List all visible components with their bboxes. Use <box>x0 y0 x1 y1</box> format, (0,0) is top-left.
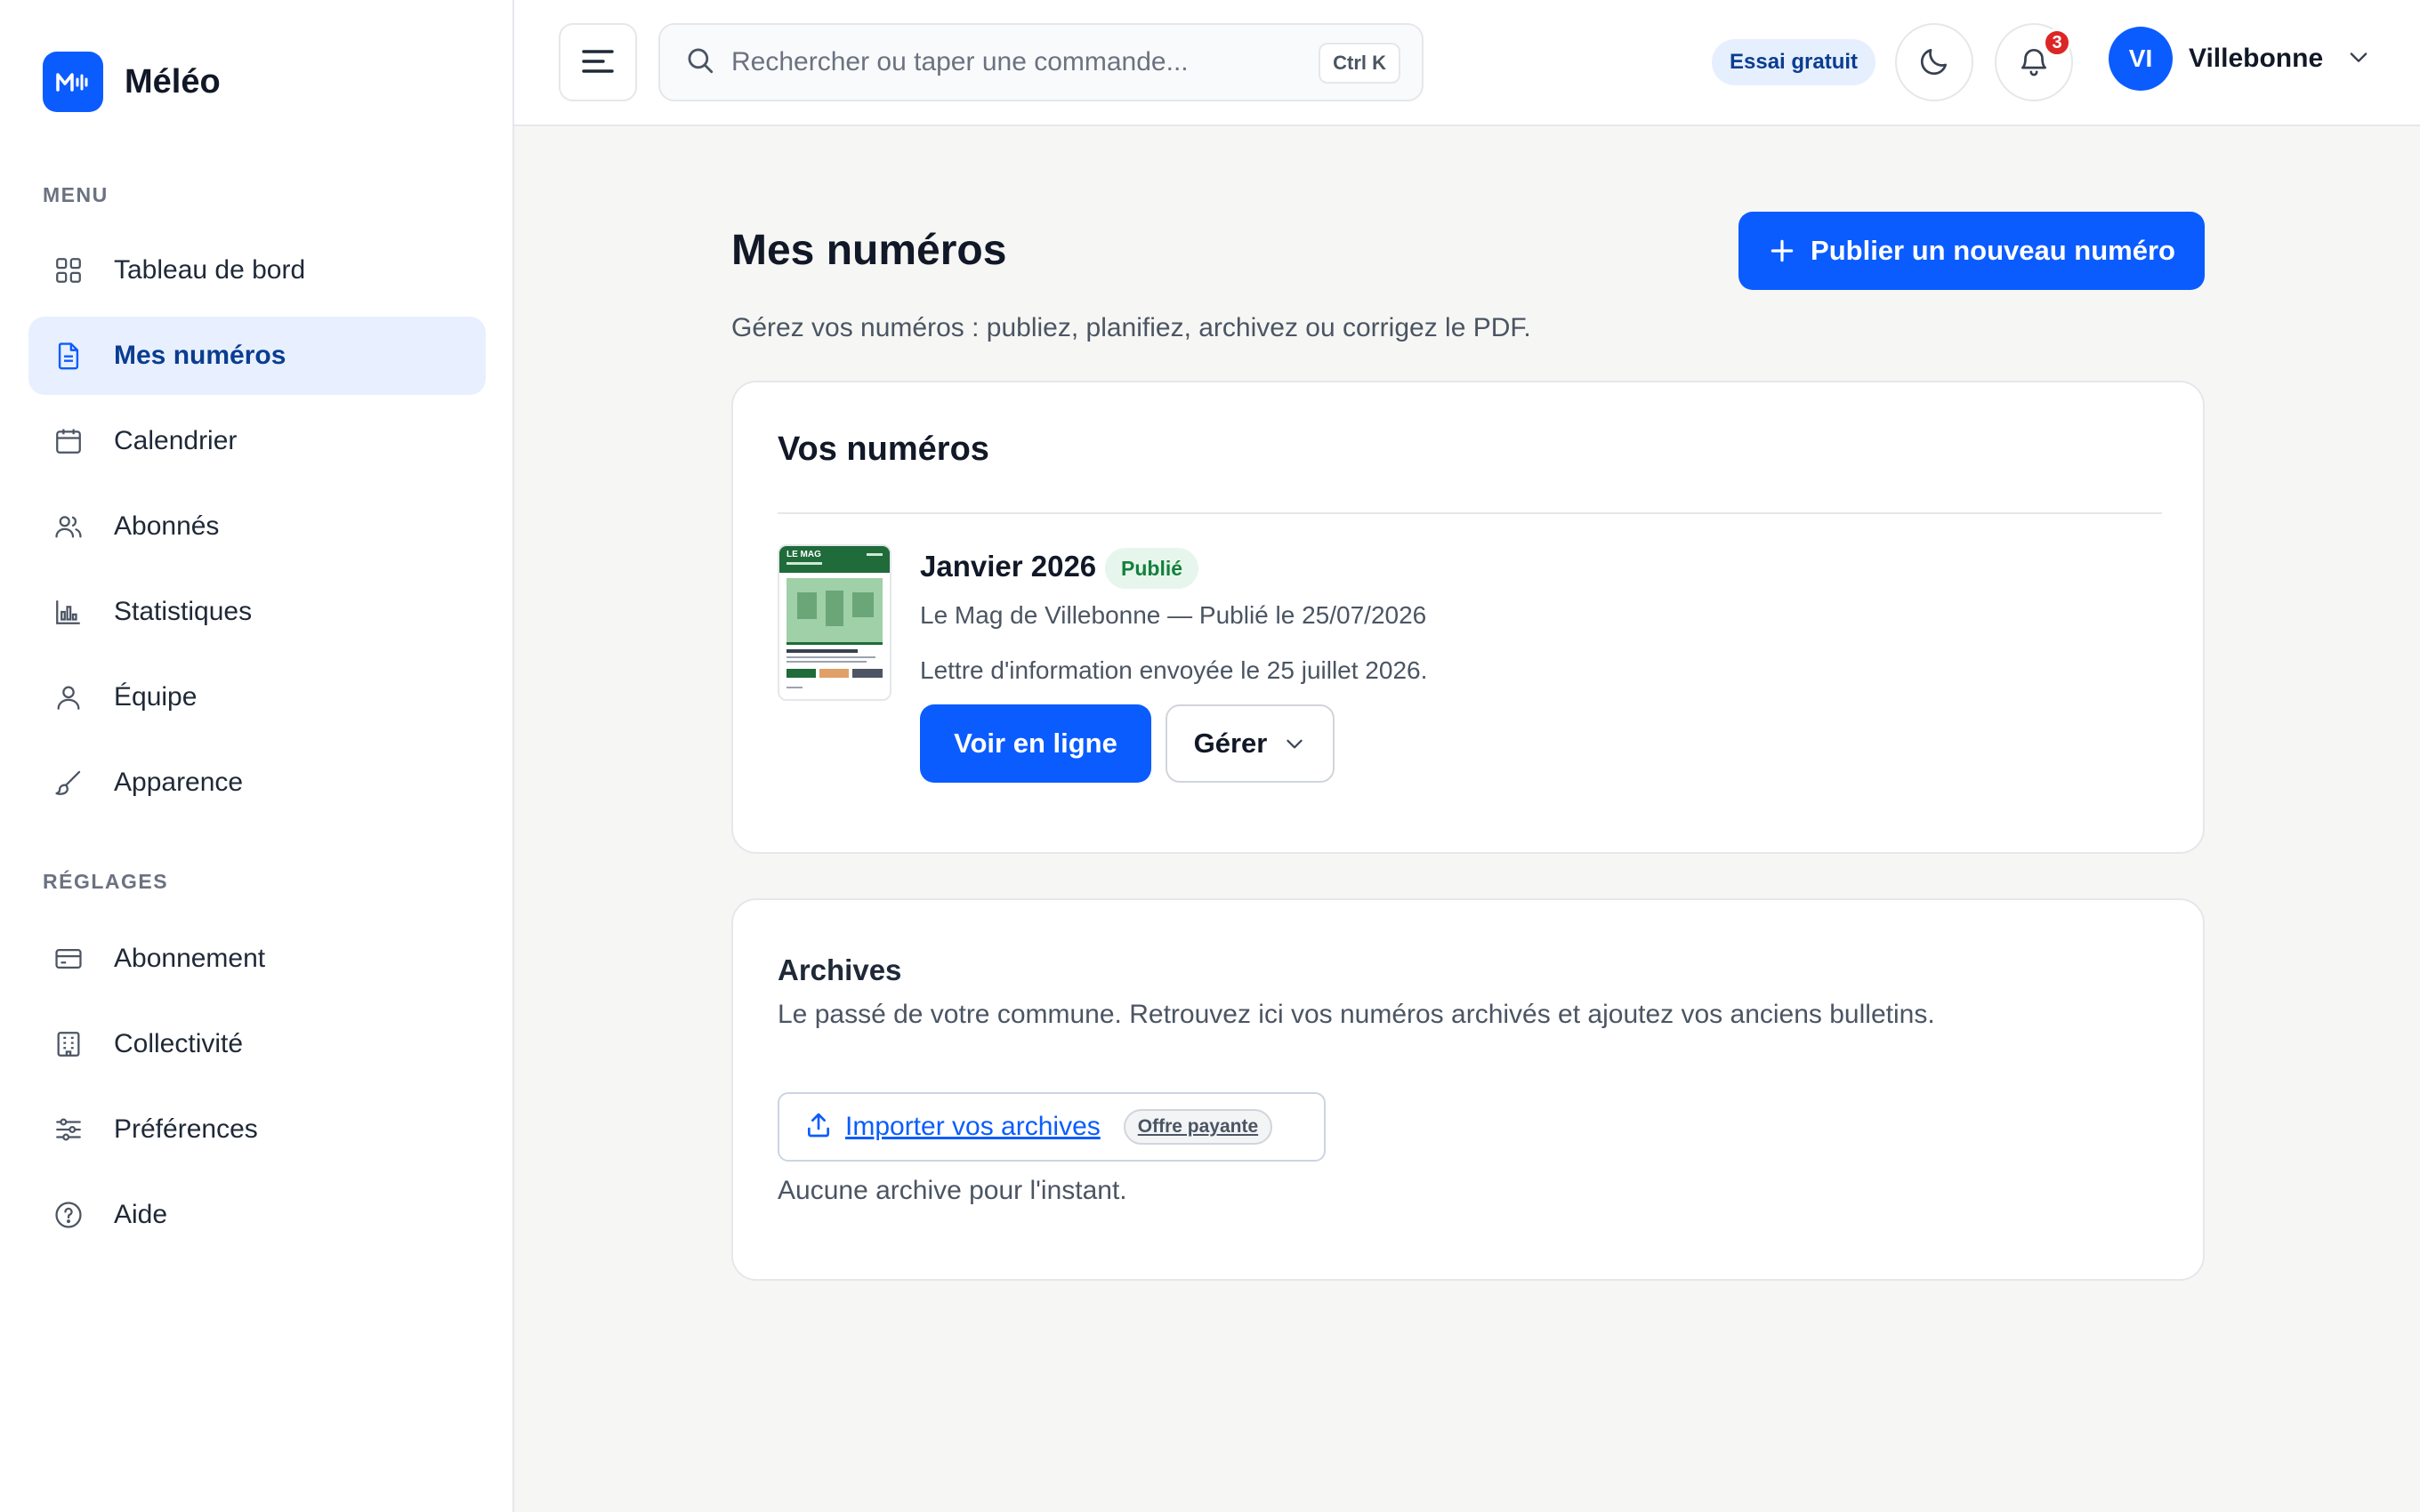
issue-newsletter-note: Lettre d'information envoyée le 25 juill… <box>920 656 1428 684</box>
publish-button-label: Publier un nouveau numéro <box>1811 235 2175 266</box>
sidebar: Méléo MENU Tableau de bord Mes numéros C… <box>0 0 514 1512</box>
sidebar-item-label: Équipe <box>114 682 198 712</box>
brush-icon <box>52 766 85 800</box>
archives-empty-state: Aucune archive pour l'instant. <box>778 1176 1127 1205</box>
top-header: Ctrl K Essai gratuit 3 VI Villebonne <box>514 0 2420 126</box>
issue-thumbnail[interactable]: LE MAG <box>778 544 891 701</box>
search-input[interactable] <box>731 47 1283 77</box>
sidebar-item-label: Préférences <box>114 1114 258 1144</box>
upload-icon <box>804 1111 833 1144</box>
divider <box>778 512 2162 514</box>
avatar: VI <box>2109 27 2173 91</box>
paid-offer-badge[interactable]: Offre payante <box>1123 1109 1273 1145</box>
manage-button-label: Gérer <box>1193 728 1268 759</box>
page-title: Mes numéros <box>731 227 1007 274</box>
sidebar-item-help[interactable]: Aide <box>28 1176 486 1254</box>
grid-icon <box>52 253 85 287</box>
sidebar-item-label: Apparence <box>114 768 244 797</box>
manage-dropdown-button[interactable]: Gérer <box>1166 704 1335 783</box>
sidebar-item-team[interactable]: Équipe <box>28 658 486 736</box>
sidebar-item-issues[interactable]: Mes numéros <box>28 317 486 395</box>
calendar-icon <box>52 424 85 458</box>
sidebar-item-statistics[interactable]: Statistiques <box>28 573 486 651</box>
sidebar-item-label: Collectivité <box>114 1029 244 1058</box>
chevron-down-icon <box>2346 44 2371 74</box>
brand-logo-icon <box>43 52 103 112</box>
search-shortcut-hint: Ctrl K <box>1319 43 1400 84</box>
import-archives-button[interactable]: Importer vos archives Offre payante <box>778 1092 1326 1162</box>
sidebar-item-label: Abonnés <box>114 511 220 541</box>
bar-chart-icon <box>52 595 85 629</box>
import-archives-link[interactable]: Importer vos archives <box>845 1112 1101 1142</box>
sidebar-item-label: Abonnement <box>114 944 266 973</box>
issue-meta: Le Mag de Villebonne — Publié le 25/07/2… <box>920 601 1427 629</box>
plus-icon <box>1768 237 1796 265</box>
user-menu[interactable]: VI Villebonne <box>2109 27 2371 91</box>
issues-card: Vos numéros LE MAG Janvier 2026 Publié L… <box>731 381 2205 854</box>
sidebar-item-appearance[interactable]: Apparence <box>28 744 486 822</box>
sidebar-item-dashboard[interactable]: Tableau de bord <box>28 231 486 310</box>
brand[interactable]: Méléo <box>43 52 221 112</box>
sidebar-item-label: Aide <box>114 1200 168 1229</box>
user-name: Villebonne <box>2189 44 2324 73</box>
sidebar-item-label: Calendrier <box>114 426 238 455</box>
free-trial-badge[interactable]: Essai gratuit <box>1712 39 1876 85</box>
sidebar-item-calendar[interactable]: Calendrier <box>28 402 486 480</box>
notifications-button[interactable]: 3 <box>1995 23 2073 101</box>
brand-name: Méléo <box>125 62 221 101</box>
help-circle-icon <box>52 1198 85 1232</box>
issues-card-title: Vos numéros <box>778 430 989 468</box>
status-badge: Publié <box>1105 548 1199 589</box>
archives-card: Archives Le passé de votre commune. Retr… <box>731 898 2205 1281</box>
sidebar-item-label: Mes numéros <box>114 341 286 370</box>
publish-new-issue-button[interactable]: Publier un nouveau numéro <box>1738 212 2205 290</box>
sidebar-item-label: Statistiques <box>114 597 253 626</box>
sidebar-item-subscription[interactable]: Abonnement <box>28 920 486 998</box>
moon-icon <box>1917 44 1951 81</box>
document-icon <box>52 339 85 373</box>
page-subtitle: Gérez vos numéros : publiez, planifiez, … <box>731 313 1531 342</box>
thumbnail-header-text: LE MAG <box>786 550 821 559</box>
user-icon <box>52 680 85 714</box>
sidebar-toggle-button[interactable] <box>559 23 637 101</box>
menu-section-label: MENU <box>43 183 109 206</box>
sidebar-item-label: Tableau de bord <box>114 255 306 285</box>
theme-toggle-button[interactable] <box>1895 23 1973 101</box>
search-icon <box>685 45 715 80</box>
credit-card-icon <box>52 942 85 976</box>
archives-title: Archives <box>778 953 902 986</box>
building-icon <box>52 1027 85 1061</box>
archives-description: Le passé de votre commune. Retrouvez ici… <box>778 1000 1935 1029</box>
sidebar-item-community[interactable]: Collectivité <box>28 1005 486 1083</box>
notification-count-badge: 3 <box>2043 28 2071 57</box>
sliders-icon <box>52 1113 85 1146</box>
chevron-down-icon <box>1283 732 1306 755</box>
issue-title: Janvier 2026 <box>920 550 1097 583</box>
sidebar-item-subscribers[interactable]: Abonnés <box>28 487 486 566</box>
settings-section-label: RÉGLAGES <box>43 870 169 893</box>
sidebar-item-preferences[interactable]: Préférences <box>28 1090 486 1169</box>
view-online-button[interactable]: Voir en ligne <box>920 704 1151 783</box>
menu-icon <box>581 48 615 77</box>
users-icon <box>52 510 85 543</box>
search-bar[interactable]: Ctrl K <box>658 23 1424 101</box>
